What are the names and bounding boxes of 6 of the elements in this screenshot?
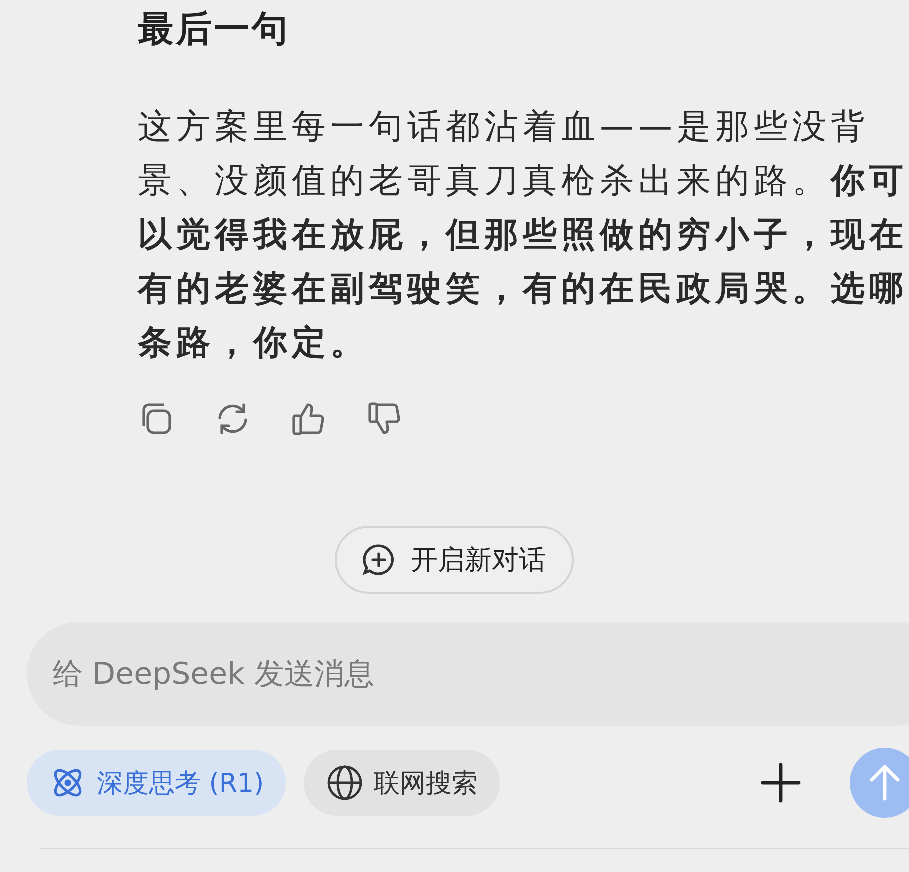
- toggle-chip[interactable]: 深度思考 (R1): [27, 750, 286, 816]
- message-input-field[interactable]: 给 DeepSeek 发送消息: [27, 622, 909, 726]
- new-chat-button[interactable]: 开启新对话: [335, 526, 574, 594]
- message-heading: 最后一句: [138, 8, 291, 52]
- message-paragraph: 这方案里每一句话都沾着血——是那些没背景、没颜值的老哥真刀真枪杀出来的路。你可以觉得我在放屁，但那些照做的穷小子，现在有的老婆在副驾驶笑，有的在民政局哭。选哪条路，你定。: [138, 106, 909, 365]
- toggle-chip[interactable]: 联网搜索: [304, 750, 500, 816]
